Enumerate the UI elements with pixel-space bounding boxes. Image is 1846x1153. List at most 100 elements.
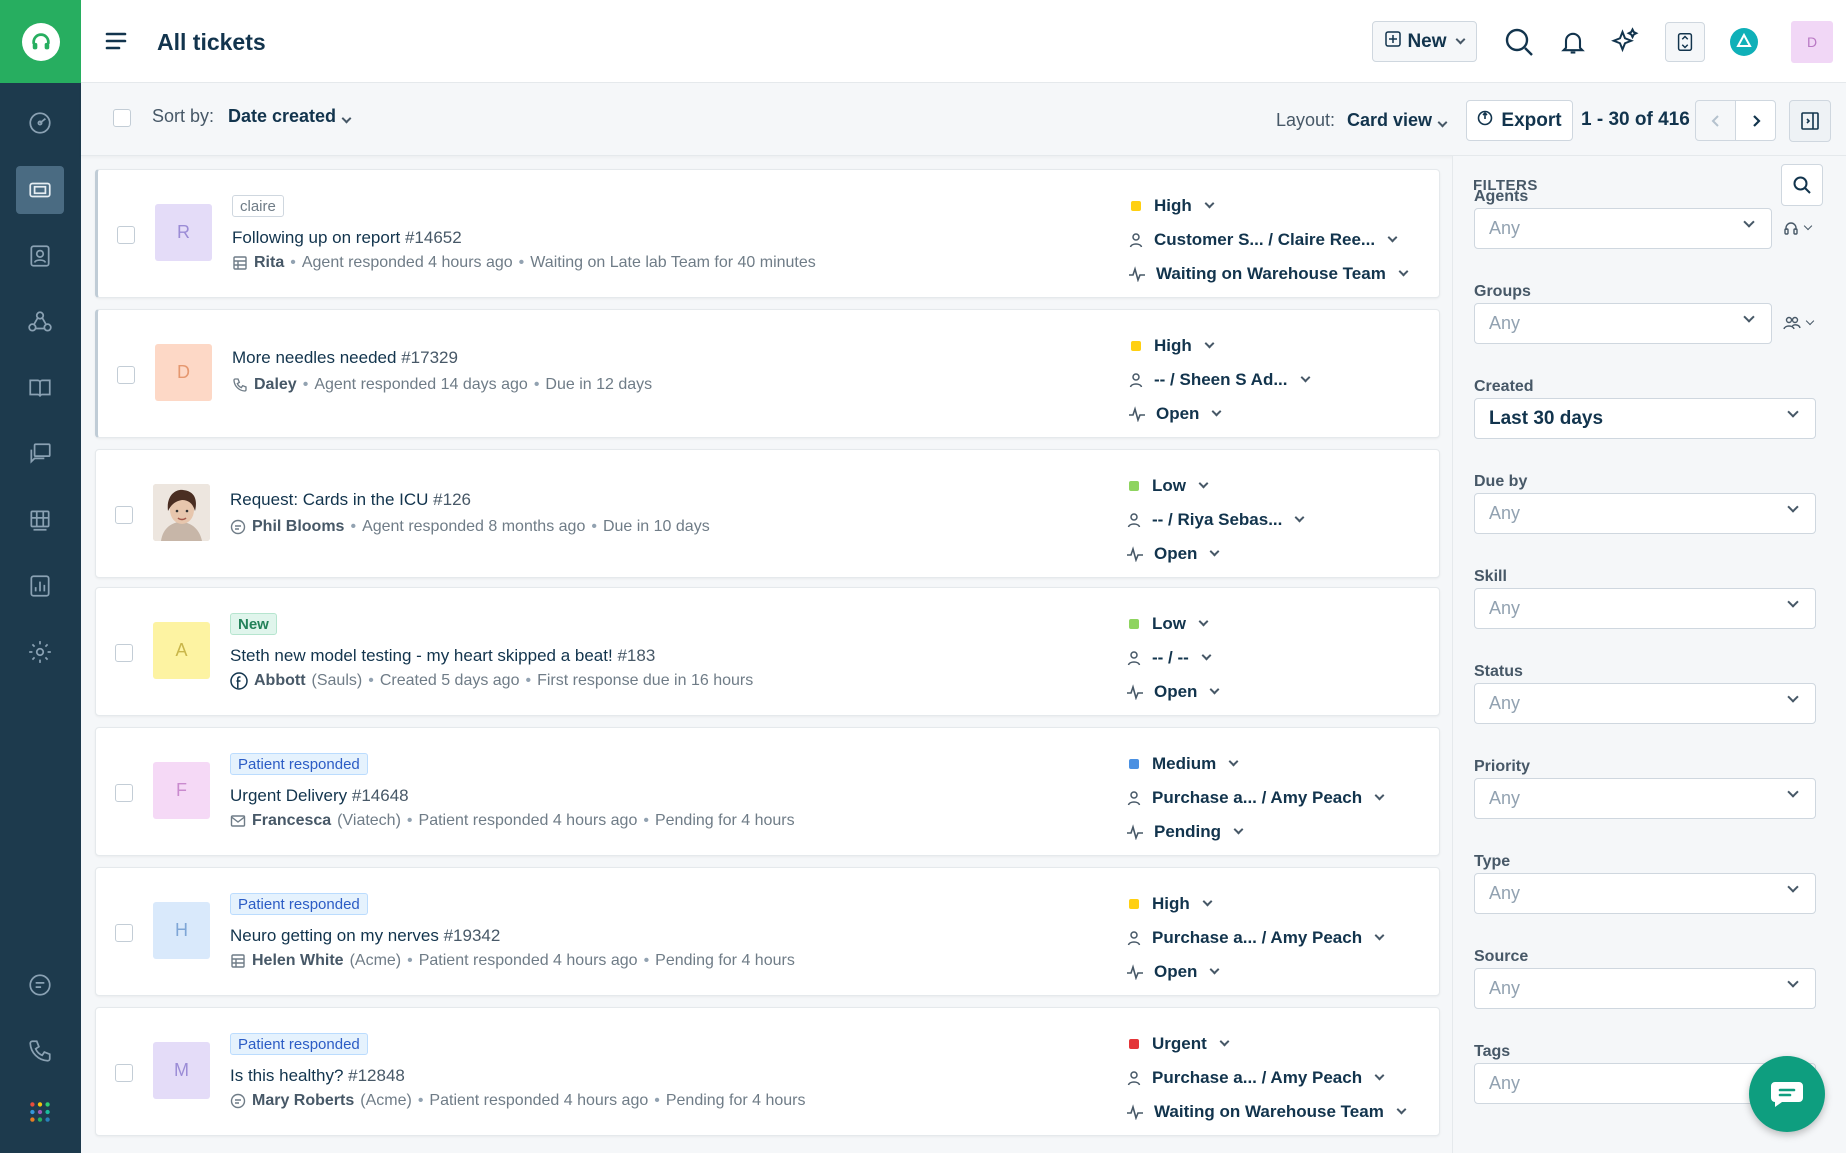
status-dropdown[interactable]: Open	[1128, 397, 1438, 431]
filter-select-groups[interactable]: Any	[1474, 303, 1772, 344]
layout-dropdown[interactable]: Card view	[1347, 110, 1448, 131]
sort-by-dropdown[interactable]: Date created	[228, 106, 352, 127]
contacts-icon[interactable]	[16, 232, 64, 280]
assignee-dropdown[interactable]: -- / Riya Sebas...	[1126, 503, 1436, 537]
ticket-checkbox[interactable]	[115, 784, 133, 802]
chat-widget-button[interactable]	[1749, 1056, 1825, 1132]
ticket-response-info: Agent responded 4 hours ago	[301, 254, 513, 271]
phone-icon[interactable]	[16, 1027, 64, 1075]
filter-search-button[interactable]	[1781, 164, 1823, 206]
status-dropdown[interactable]: Pending	[1126, 815, 1436, 849]
status-dropdown[interactable]: Open	[1126, 955, 1436, 989]
requester-name[interactable]: Mary Roberts	[252, 1092, 354, 1110]
new-button[interactable]: New	[1372, 21, 1477, 62]
ticket-properties: Urgent Purchase a... / Amy Peach Waiting…	[1126, 1027, 1436, 1129]
switch-product-icon[interactable]	[1665, 22, 1705, 62]
ticket-subject-link[interactable]: Neuro getting on my nerves #19342	[230, 926, 500, 946]
chat-icon[interactable]	[16, 961, 64, 1009]
hamburger-menu-icon[interactable]	[105, 30, 127, 57]
ticket-properties: Low -- / Riya Sebas... Open	[1126, 469, 1436, 571]
status-dropdown[interactable]: Open	[1126, 675, 1436, 709]
ticket-checkbox[interactable]	[115, 506, 133, 524]
groups-icon[interactable]	[16, 298, 64, 346]
filter-select-created[interactable]: Last 30 days	[1474, 398, 1816, 439]
ticket-card[interactable]: Request: Cards in the ICU #126 Phil Bloo…	[95, 449, 1440, 578]
toggle-filter-panel-button[interactable]	[1789, 100, 1831, 142]
ticket-subject-link[interactable]: More needles needed #17329	[232, 348, 458, 368]
layout-label: Layout:	[1276, 110, 1336, 130]
export-button[interactable]: Export	[1466, 100, 1573, 141]
assignee-dropdown[interactable]: -- / --	[1126, 641, 1436, 675]
chevron-down-icon	[1396, 1104, 1407, 1115]
ticket-subject-link[interactable]: Is this healthy? #12848	[230, 1066, 405, 1086]
assignee-dropdown[interactable]: Purchase a... / Amy Peach	[1126, 1061, 1436, 1095]
priority-dropdown[interactable]: Low	[1126, 607, 1436, 641]
select-all-checkbox[interactable]	[113, 109, 131, 127]
filter-select-agents[interactable]: Any	[1474, 208, 1772, 249]
requester-name[interactable]: Phil Blooms	[252, 518, 344, 536]
requester-name[interactable]: Francesca	[252, 812, 331, 830]
freshworks-neo-icon[interactable]	[1724, 22, 1764, 62]
requester-name[interactable]: Abbott	[254, 672, 306, 690]
ticket-subject-link[interactable]: Following up on report #14652	[232, 228, 462, 248]
ticket-card[interactable]: H Patient responded Neuro getting on my …	[95, 867, 1440, 996]
filter-select-due-by[interactable]: Any	[1474, 493, 1816, 534]
knowledge-base-icon[interactable]	[16, 364, 64, 412]
headset-icon[interactable]	[1783, 218, 1819, 238]
chevron-down-icon	[1743, 216, 1755, 228]
search-icon[interactable]	[1499, 22, 1539, 62]
ticket-checkbox[interactable]	[115, 924, 133, 942]
ticket-subject-link[interactable]: Urgent Delivery #14648	[230, 786, 409, 806]
requester-name[interactable]: Helen White	[252, 952, 344, 970]
assignee-dropdown[interactable]: Purchase a... / Amy Peach	[1126, 921, 1436, 955]
forums-icon[interactable]	[16, 430, 64, 478]
priority-dropdown[interactable]: High	[1128, 189, 1438, 223]
status-activity-icon	[1128, 406, 1146, 422]
dashboard-icon[interactable]	[16, 99, 64, 147]
filter-select-priority[interactable]: Any	[1474, 778, 1816, 819]
freshdesk-logo[interactable]	[0, 0, 81, 83]
admin-gear-icon[interactable]	[16, 628, 64, 676]
tickets-icon[interactable]	[16, 166, 64, 214]
ticket-checkbox[interactable]	[115, 1064, 133, 1082]
status-dropdown[interactable]: Waiting on Warehouse Team	[1126, 1095, 1436, 1129]
chevron-down-icon	[1233, 824, 1244, 835]
ticket-checkbox[interactable]	[117, 366, 135, 384]
ticket-checkbox[interactable]	[115, 644, 133, 662]
assignee-dropdown[interactable]: Customer S... / Claire Ree...	[1128, 223, 1438, 257]
ticket-card[interactable]: F Patient responded Urgent Delivery #146…	[95, 727, 1440, 856]
ticket-card[interactable]: R claire Following up on report #14652 R…	[95, 169, 1440, 298]
requester-name[interactable]: Rita	[254, 254, 284, 272]
ticket-card[interactable]: M Patient responded Is this healthy? #12…	[95, 1007, 1440, 1136]
next-page-button[interactable]	[1735, 100, 1776, 141]
ticket-subject-link[interactable]: Request: Cards in the ICU #126	[230, 490, 471, 510]
group-icon[interactable]	[1783, 313, 1819, 333]
previous-page-button[interactable]	[1695, 100, 1736, 141]
ticket-card[interactable]: A New Steth new model testing - my heart…	[95, 587, 1440, 716]
filter-select-status[interactable]: Any	[1474, 683, 1816, 724]
priority-dropdown[interactable]: High	[1126, 887, 1436, 921]
status-dropdown[interactable]: Open	[1126, 537, 1436, 571]
user-avatar[interactable]: D	[1791, 21, 1833, 63]
requester-name[interactable]: Daley	[254, 376, 297, 394]
ticket-card[interactable]: D More needles needed #17329 Daley • Age…	[95, 309, 1440, 438]
reports-icon[interactable]	[16, 562, 64, 610]
chevron-down-icon	[1387, 232, 1398, 243]
priority-color-square	[1131, 201, 1141, 211]
apps-grid-icon[interactable]	[16, 1088, 64, 1136]
priority-dropdown[interactable]: Low	[1126, 469, 1436, 503]
service-icon[interactable]	[16, 496, 64, 544]
filter-select-type[interactable]: Any	[1474, 873, 1816, 914]
assignee-dropdown[interactable]: Purchase a... / Amy Peach	[1126, 781, 1436, 815]
ticket-subject-link[interactable]: Steth new model testing - my heart skipp…	[230, 646, 655, 666]
status-dropdown[interactable]: Waiting on Warehouse Team	[1128, 257, 1438, 291]
ticket-checkbox[interactable]	[117, 226, 135, 244]
filter-select-source[interactable]: Any	[1474, 968, 1816, 1009]
notifications-bell-icon[interactable]	[1553, 22, 1593, 62]
filter-select-skill[interactable]: Any	[1474, 588, 1816, 629]
priority-dropdown[interactable]: High	[1128, 329, 1438, 363]
assignee-dropdown[interactable]: -- / Sheen S Ad...	[1128, 363, 1438, 397]
priority-dropdown[interactable]: Urgent	[1126, 1027, 1436, 1061]
freddy-ai-sparkle-icon[interactable]	[1605, 22, 1645, 62]
priority-dropdown[interactable]: Medium	[1126, 747, 1436, 781]
